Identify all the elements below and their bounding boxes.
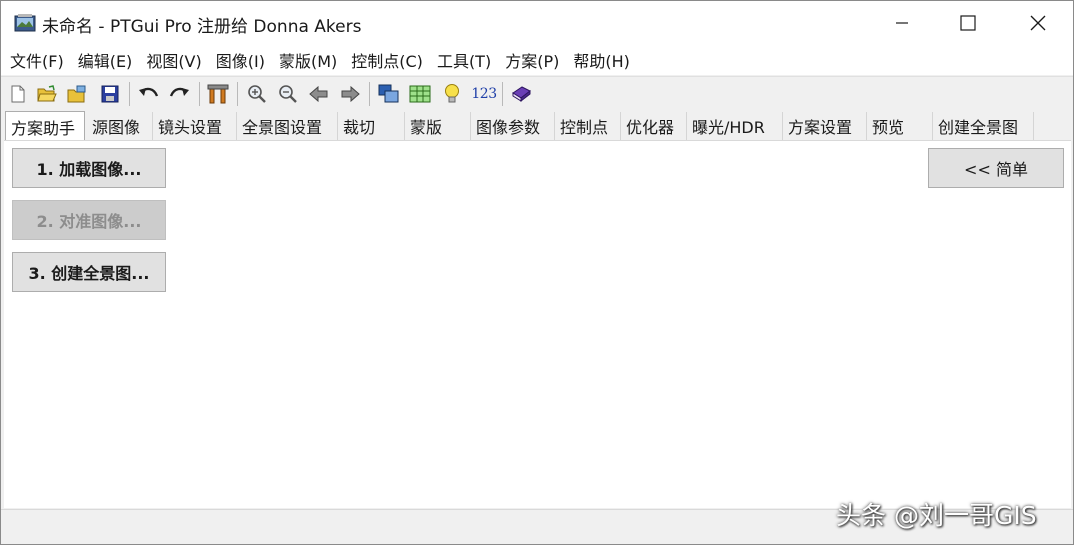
help-book-button[interactable] xyxy=(509,82,533,106)
toolbar-separator xyxy=(129,82,130,106)
watermark: 头条 @刘一哥GIS xyxy=(836,501,1037,530)
menu-view[interactable]: 视图(V) xyxy=(139,48,208,72)
panorama-editor-icon xyxy=(378,84,399,103)
tab-source-images[interactable]: 源图像 xyxy=(87,112,153,140)
redo-icon xyxy=(169,87,189,97)
align-images-button: 2. 对准图像... xyxy=(12,200,166,240)
table-grid-icon xyxy=(409,85,431,103)
book-icon xyxy=(512,86,531,103)
tab-optimizer[interactable]: 优化器 xyxy=(621,112,687,140)
open-images-button[interactable] xyxy=(65,82,89,106)
tab-panorama-settings[interactable]: 全景图设置 xyxy=(237,112,338,140)
tools-icon xyxy=(207,84,229,104)
table-editor-button[interactable] xyxy=(408,82,432,106)
tab-strip: 方案助手 源图像 镜头设置 全景图设置 裁切 蒙版 图像参数 控制点 优化器 曝… xyxy=(1,111,1073,141)
title-bar: 未命名 - PTGui Pro 注册给 Donna Akers xyxy=(1,1,1073,45)
numbering-button[interactable]: 123 xyxy=(469,82,499,106)
zoom-out-icon xyxy=(279,85,297,103)
simple-mode-button[interactable]: << 简单 xyxy=(928,148,1064,188)
maximize-button[interactable] xyxy=(933,1,1003,45)
new-file-icon xyxy=(11,85,25,103)
lightbulb-icon xyxy=(445,84,459,103)
save-project-button[interactable] xyxy=(98,82,122,106)
menu-tools[interactable]: 工具(T) xyxy=(430,48,498,72)
tab-create-panorama[interactable]: 创建全景图 xyxy=(933,112,1034,140)
close-icon xyxy=(1030,15,1046,31)
zoom-out-button[interactable] xyxy=(276,82,300,106)
previous-button[interactable] xyxy=(307,82,331,106)
minimize-button[interactable] xyxy=(867,1,937,45)
tab-project-assistant[interactable]: 方案助手 xyxy=(5,111,85,141)
close-button[interactable] xyxy=(1003,1,1073,45)
tools-button[interactable] xyxy=(206,82,230,106)
toolbar: 123 xyxy=(1,76,1073,110)
undo-icon xyxy=(139,87,159,97)
maximize-icon xyxy=(960,15,976,31)
tab-control-points[interactable]: 控制点 xyxy=(555,112,621,140)
menu-help[interactable]: 帮助(H) xyxy=(566,48,637,72)
open-folder-icon xyxy=(37,85,57,102)
zoom-in-icon xyxy=(248,85,266,103)
new-project-button[interactable] xyxy=(6,82,30,106)
open-project-button[interactable] xyxy=(35,82,59,106)
tab-exposure-hdr[interactable]: 曝光/HDR xyxy=(687,112,783,140)
menu-project[interactable]: 方案(P) xyxy=(498,48,566,72)
minimize-icon xyxy=(896,22,908,24)
menu-mask[interactable]: 蒙版(M) xyxy=(272,48,344,72)
tab-lens-settings[interactable]: 镜头设置 xyxy=(153,112,237,140)
create-panorama-button[interactable]: 3. 创建全景图... xyxy=(12,252,166,292)
menu-edit[interactable]: 编辑(E) xyxy=(71,48,140,72)
load-images-button[interactable]: 1. 加载图像... xyxy=(12,148,166,188)
tab-preview[interactable]: 预览 xyxy=(867,112,933,140)
tips-button[interactable] xyxy=(440,82,464,106)
save-icon xyxy=(101,85,119,103)
tab-mask[interactable]: 蒙版 xyxy=(405,112,471,140)
undo-button[interactable] xyxy=(137,82,161,106)
menu-file[interactable]: 文件(F) xyxy=(3,48,71,72)
ptgui-app-icon xyxy=(14,14,36,32)
app-window: 未命名 - PTGui Pro 注册给 Donna Akers 文件(F) 编辑… xyxy=(0,0,1074,545)
redo-button[interactable] xyxy=(167,82,191,106)
toolbar-separator xyxy=(502,82,503,106)
panorama-editor-button[interactable] xyxy=(377,82,401,106)
toolbar-separator xyxy=(369,82,370,106)
open-images-icon xyxy=(67,85,86,103)
menu-image[interactable]: 图像(I) xyxy=(209,48,272,72)
menu-control-points[interactable]: 控制点(C) xyxy=(344,48,430,72)
project-assistant-panel: 1. 加载图像... 2. 对准图像... 3. 创建全景图... << 简单 xyxy=(4,140,1071,508)
arrow-right-icon xyxy=(341,86,360,102)
toolbar-separator xyxy=(199,82,200,106)
arrow-left-icon xyxy=(309,86,328,102)
next-button[interactable] xyxy=(338,82,362,106)
window-title: 未命名 - PTGui Pro 注册给 Donna Akers xyxy=(42,17,362,37)
numbering-label: 123 xyxy=(471,86,497,102)
menu-bar: 文件(F) 编辑(E) 视图(V) 图像(I) 蒙版(M) 控制点(C) 工具(… xyxy=(1,45,1073,75)
tab-image-parameters[interactable]: 图像参数 xyxy=(471,112,555,140)
toolbar-separator xyxy=(237,82,238,106)
tab-project-settings[interactable]: 方案设置 xyxy=(783,112,867,140)
zoom-in-button[interactable] xyxy=(245,82,269,106)
tab-crop[interactable]: 裁切 xyxy=(338,112,405,140)
